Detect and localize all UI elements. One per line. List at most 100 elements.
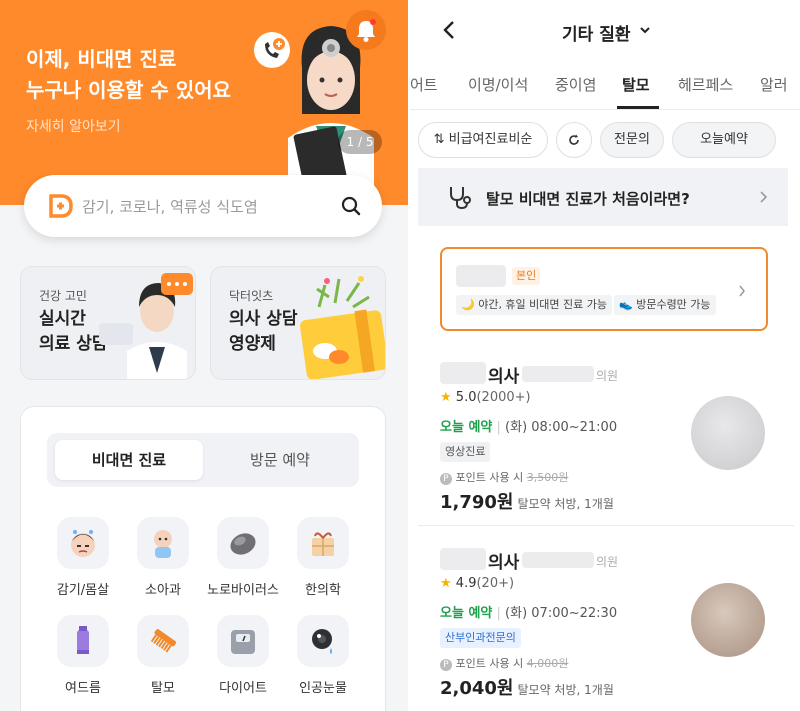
sort-chip[interactable]: ⇅ 비급여진료비순 <box>418 122 548 158</box>
hospital-list-screen: 기타 질환 어트 이명/이석 중이염 탈모 헤르페스 알러 ⇅ 비급여진료비순 … <box>410 0 800 711</box>
blurred-clinic-name <box>456 265 506 287</box>
category-label: 감기/몸살 <box>56 583 110 598</box>
category-acne[interactable]: 여드름 <box>43 615 123 696</box>
top-bar: 기타 질환 <box>410 0 800 62</box>
moon-icon: 🌙 <box>461 298 479 311</box>
home-screen: 이제, 비대면 진료 누구나 이용할 수 있어요 자세히 알아보기 1 / 5 … <box>0 0 408 711</box>
price: 2,040원 탈모약 처방, 1개월 <box>440 678 614 699</box>
self-badge: 본인 <box>512 267 541 285</box>
herbal-medicine-icon <box>297 517 349 569</box>
category-label: 노로바이러스 <box>207 583 279 598</box>
tube-icon <box>57 615 109 667</box>
baby-icon <box>137 517 189 569</box>
category-label: 여드름 <box>65 681 101 696</box>
eye-drop-icon <box>297 615 349 667</box>
category-label: 소아과 <box>145 583 181 598</box>
point-discount: P 포인트 사용 시 3,500원 <box>440 469 568 485</box>
card-title: 의사 상담 영양제 <box>229 309 298 354</box>
refresh-button[interactable] <box>556 122 592 158</box>
category-hair-loss[interactable]: 탈모 <box>123 615 203 696</box>
rating: ★ 5.0(2000+) <box>440 390 531 405</box>
category-norovirus[interactable]: 노로바이러스 <box>203 517 283 598</box>
scale-icon <box>217 615 269 667</box>
video-consult-tag: 영상진료 <box>440 442 491 462</box>
card-supplement[interactable]: 닥터잇츠 의사 상담 영양제 <box>210 266 386 380</box>
star-icon: ★ <box>440 576 452 591</box>
blurred-clinic-name <box>522 366 594 382</box>
tab-hair-loss[interactable]: 탈모 <box>622 74 650 95</box>
chevron-right-icon <box>739 285 745 297</box>
page-title[interactable]: 기타 질환 <box>562 20 630 45</box>
tab-item[interactable]: 어트 <box>410 74 438 95</box>
point-icon: P <box>440 659 452 671</box>
category-tabs: 어트 이명/이석 중이염 탈모 헤르페스 알러 <box>410 62 800 110</box>
card-sub: 건강 고민 <box>39 289 87 303</box>
rating: ★ 4.9(20+) <box>440 576 515 591</box>
category-label: 인공눈물 <box>299 681 347 696</box>
active-tab-indicator <box>617 106 659 109</box>
chevron-down-icon[interactable] <box>638 23 652 37</box>
list-separator <box>418 525 794 526</box>
banner-more-link[interactable]: 자세히 알아보기 <box>26 116 121 136</box>
doctor-title: 의사 <box>488 553 520 573</box>
hours: 오늘 예약 | (화) 07:00~22:30 <box>440 606 618 621</box>
phone-call-badge <box>254 32 290 68</box>
search-icon[interactable] <box>340 195 362 217</box>
notification-bell-button[interactable] <box>346 10 386 50</box>
tab-item[interactable]: 중이염 <box>555 74 596 95</box>
clinic-suffix: 의원 <box>596 555 619 569</box>
night-holiday-pill: 🌙 야간, 휴일 비대면 진료 가능 <box>456 295 613 315</box>
hours: 오늘 예약 | (화) 08:00~21:00 <box>440 420 618 435</box>
blurred-clinic-name <box>522 552 594 568</box>
blurred-doctor-name <box>440 548 486 570</box>
specialist-tag: 산부인과전문의 <box>440 628 521 648</box>
point-icon: P <box>440 473 452 485</box>
comb-icon <box>137 615 189 667</box>
bell-icon <box>357 19 376 42</box>
doctor-avatar <box>691 396 765 470</box>
app-logo-icon <box>49 194 73 218</box>
card-title: 실시간 의료 상담 <box>39 309 108 354</box>
category-panel: 비대면 진료 방문 예약 감기/몸살 소아과 노로바이러스 한의학 여드름 탈모… <box>20 406 386 711</box>
category-label: 한의학 <box>305 583 341 598</box>
sick-face-icon <box>57 517 109 569</box>
stethoscope-icon <box>450 187 471 210</box>
doctor-chat-illustration <box>99 273 193 379</box>
star-icon: ★ <box>440 390 452 405</box>
phone-plus-icon <box>265 38 285 58</box>
info-banner-text: 탈모 비대면 진료가 처음이라면? <box>486 190 690 208</box>
category-cold[interactable]: 감기/몸살 <box>43 517 123 598</box>
filter-today-chip[interactable]: 오늘예약 <box>672 122 776 158</box>
filter-specialist-chip[interactable]: 전문의 <box>600 122 664 158</box>
shoe-icon: 👟 <box>619 298 637 311</box>
first-time-info-banner[interactable]: 탈모 비대면 진료가 처음이라면? <box>418 168 788 226</box>
tab-item[interactable]: 헤르페스 <box>678 74 733 95</box>
search-bar[interactable]: 감기, 코로나, 역류성 식도염 <box>24 175 382 237</box>
tab-item[interactable]: 이명/이석 <box>468 74 528 95</box>
category-label: 탈모 <box>151 681 175 696</box>
banner-headline: 이제, 비대면 진료 누구나 이용할 수 있어요 <box>26 47 231 102</box>
doctor-avatar <box>691 583 765 657</box>
back-arrow-icon[interactable] <box>438 18 462 42</box>
category-artificial-tears[interactable]: 인공눈물 <box>283 615 363 696</box>
mode-segmented-control[interactable]: 비대면 진료 방문 예약 <box>47 433 359 487</box>
card-realtime-consult[interactable]: 건강 고민 실시간 의료 상담 <box>20 266 196 380</box>
blurred-doctor-name <box>440 362 486 384</box>
pickup-only-pill: 👟 방문수령만 가능 <box>614 295 716 315</box>
banner-pager: 1 / 5 <box>338 130 382 154</box>
doctor-title: 의사 <box>488 367 520 387</box>
segment-visit-booking[interactable]: 방문 예약 <box>207 440 353 480</box>
clinic-suffix: 의원 <box>596 369 619 383</box>
segment-telemedicine[interactable]: 비대면 진료 <box>55 440 203 480</box>
my-clinic-card[interactable]: 본인 🌙 야간, 휴일 비대면 진료 가능 👟 방문수령만 가능 <box>440 247 768 331</box>
tab-item[interactable]: 알러 <box>760 74 788 95</box>
search-placeholder: 감기, 코로나, 역류성 식도염 <box>82 198 258 216</box>
category-diet[interactable]: 다이어트 <box>203 615 283 696</box>
price: 1,790원 탈모약 처방, 1개월 <box>440 492 614 513</box>
virus-icon <box>217 517 269 569</box>
category-label: 다이어트 <box>219 681 267 696</box>
category-pediatrics[interactable]: 소아과 <box>123 517 203 598</box>
category-oriental-medicine[interactable]: 한의학 <box>283 517 363 598</box>
chevron-right-icon <box>760 191 768 203</box>
sort-icon: ⇅ <box>433 132 449 147</box>
